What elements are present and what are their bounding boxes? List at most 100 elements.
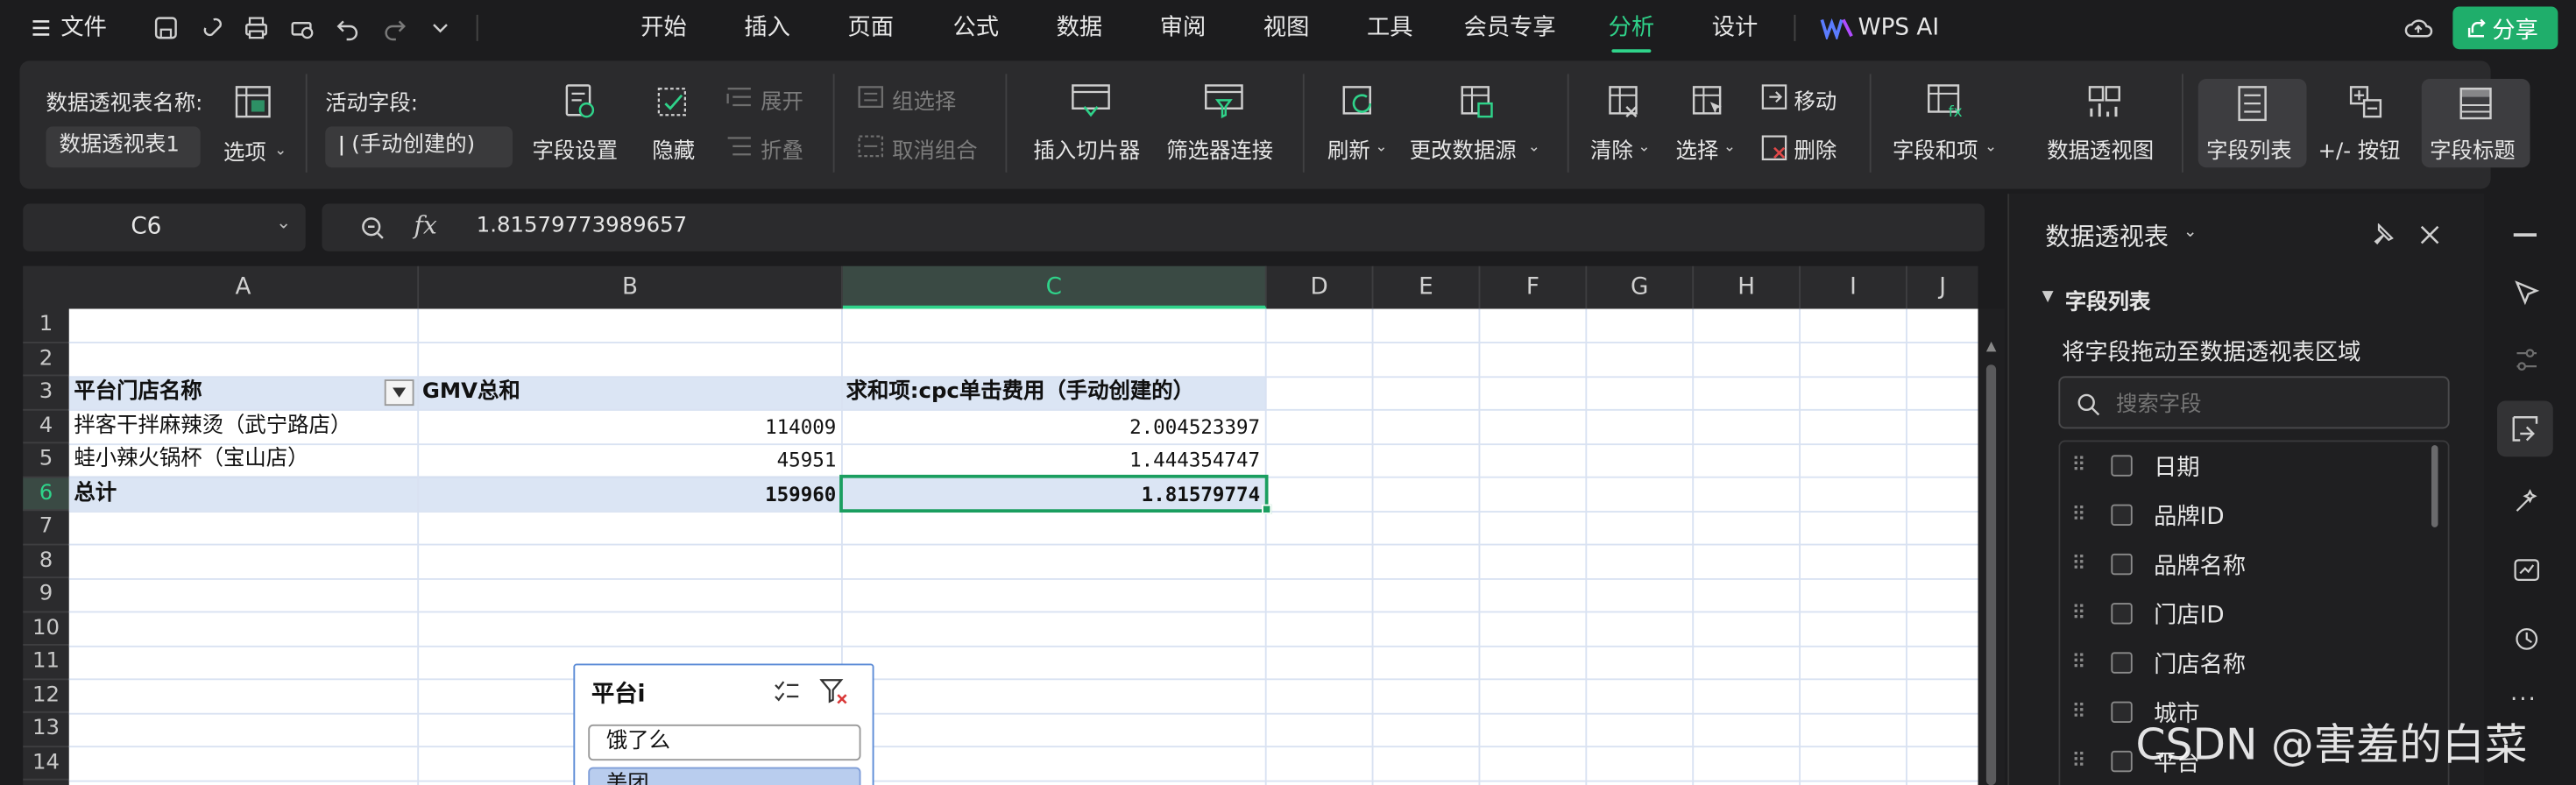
share-link-icon[interactable] [197, 13, 227, 43]
menu-page[interactable]: 页面 [848, 0, 895, 56]
cloud-upload-icon[interactable] [2402, 11, 2435, 45]
formula-input[interactable]: 1.81579773989657 [477, 214, 687, 238]
slicer-panel[interactable]: 平台i 饿了么 美团 [573, 663, 874, 785]
undo-icon[interactable] [334, 13, 364, 43]
row-header[interactable]: 9 [23, 578, 69, 612]
hide-label[interactable]: 隐藏 [652, 133, 695, 164]
chevron-down-icon[interactable] [426, 13, 456, 43]
filter-connection-icon[interactable] [1203, 81, 1246, 124]
clear-label[interactable]: 清除 [1590, 133, 1633, 164]
cell-a6-total[interactable]: 总计 [74, 477, 117, 511]
filter-dropdown-icon[interactable] [384, 379, 414, 407]
column-header-c[interactable]: C [842, 265, 1267, 309]
checkbox[interactable] [2111, 701, 2133, 723]
field-item-brand-name[interactable]: ⠿ 品牌名称 [2058, 541, 2433, 590]
vertical-scrollbar[interactable]: ▲ [1978, 308, 2005, 785]
menu-home[interactable]: 开始 [640, 0, 687, 56]
column-header-a[interactable]: A [69, 265, 420, 309]
menu-view[interactable]: 视图 [1263, 0, 1310, 56]
menu-review[interactable]: 审阅 [1160, 0, 1207, 56]
delete-label[interactable]: 删除 [1794, 133, 1837, 164]
share-button[interactable]: 分享 [2452, 6, 2558, 50]
multi-select-icon[interactable] [772, 678, 802, 704]
refresh-icon[interactable] [1337, 81, 1380, 124]
zoom-search-icon[interactable] [358, 214, 388, 244]
menu-tools[interactable]: 工具 [1367, 0, 1413, 56]
checkbox[interactable] [2111, 553, 2133, 576]
filter-connection-label[interactable]: 筛选器连接 [1166, 133, 1273, 164]
column-header-i[interactable]: I [1801, 265, 1907, 309]
row-header[interactable]: 5 [23, 443, 69, 477]
field-item-store-id[interactable]: ⠿ 门店ID [2058, 590, 2433, 639]
print-preview-icon[interactable] [287, 13, 317, 43]
slicer-item-selected[interactable]: 美团 [588, 767, 861, 785]
redo-icon[interactable] [379, 13, 409, 43]
menu-formula[interactable]: 公式 [953, 0, 1000, 56]
name-box[interactable]: C6 ⌄ [23, 203, 306, 251]
plus-minus-icon[interactable] [2345, 81, 2388, 124]
pivot-options-icon[interactable] [233, 82, 272, 122]
group-select-label[interactable]: 组选择 [892, 84, 956, 115]
row-header[interactable]: 3 [23, 376, 69, 410]
checkbox[interactable] [2111, 455, 2133, 477]
chart-edit-icon[interactable] [2510, 554, 2544, 587]
cell-a4[interactable]: 拌客干拌麻辣烫（武宁路店） [74, 410, 351, 443]
row-header[interactable]: 10 [23, 612, 69, 646]
chevron-down-icon[interactable]: ⌄ [2183, 223, 2197, 242]
row-header[interactable]: 2 [23, 343, 69, 377]
insert-slicer-icon[interactable] [1070, 81, 1113, 124]
clear-icon[interactable] [1603, 81, 1646, 124]
menu-member[interactable]: 会员专享 [1464, 0, 1556, 56]
options-label[interactable]: 选项 [223, 135, 266, 166]
column-header-g[interactable]: G [1587, 265, 1695, 309]
cell-c4[interactable]: 2.004523397 [846, 410, 1260, 443]
history-icon[interactable] [2510, 623, 2544, 656]
save-icon[interactable] [152, 13, 181, 43]
close-icon[interactable] [2415, 220, 2445, 250]
cell-b6-total[interactable]: 159960 [422, 477, 836, 511]
sliders-icon[interactable] [2510, 343, 2544, 377]
active-field-input[interactable]: ǀ (手动创建的) [325, 126, 513, 168]
plus-minus-label[interactable]: +/- 按钮 [2318, 133, 2401, 164]
row-header[interactable]: 4 [23, 410, 69, 444]
pivot-panel-tab-icon[interactable] [2497, 400, 2553, 457]
fx-icon[interactable]: fx [414, 210, 437, 240]
magic-tools-icon[interactable] [2510, 484, 2544, 518]
field-search-input[interactable] [2116, 387, 2429, 421]
pivot-col-header-c[interactable]: 求和项:cpc单击费用（手动创建的） [846, 376, 1194, 409]
slicer-item[interactable]: 饿了么 [588, 724, 861, 761]
cell-b4[interactable]: 114009 [422, 410, 836, 443]
select-icon[interactable] [1688, 81, 1730, 124]
fill-handle[interactable] [1262, 504, 1272, 514]
scroll-up-icon[interactable]: ▲ [1986, 338, 1997, 353]
field-header-toggle[interactable]: 字段标题 [2421, 79, 2530, 168]
move-label[interactable]: 移动 [1794, 84, 1837, 115]
checkbox[interactable] [2111, 504, 2133, 526]
wps-ai-button[interactable]: WPS AI [1858, 0, 1939, 56]
file-menu[interactable]: 文件 [60, 0, 107, 56]
column-header-h[interactable]: H [1694, 265, 1801, 309]
pivot-chart-label[interactable]: 数据透视图 [2047, 133, 2154, 164]
row-header[interactable]: 13 [23, 713, 69, 747]
row-header[interactable]: 14 [23, 746, 69, 781]
print-icon[interactable] [242, 13, 272, 43]
change-source-label[interactable]: 更改数据源 [1410, 133, 1517, 164]
field-item-date[interactable]: ⠿ 日期 [2058, 442, 2433, 491]
field-search-box[interactable] [2058, 376, 2450, 429]
hide-icon[interactable] [654, 81, 693, 124]
fields-items-label[interactable]: 字段和项 [1893, 133, 1978, 164]
collapse-triangle-icon[interactable]: ▼ [2042, 289, 2054, 306]
pivot-row-header[interactable]: 平台门店名称 [74, 376, 202, 409]
chevron-down-icon[interactable]: ⌄ [276, 212, 291, 233]
select-label[interactable]: 选择 [1676, 133, 1719, 164]
column-header-j[interactable]: J [1907, 266, 1978, 309]
column-header-e[interactable]: E [1374, 265, 1481, 309]
menu-insert[interactable]: 插入 [744, 0, 790, 56]
row-header[interactable]: 1 [23, 309, 69, 343]
refresh-label[interactable]: 刷新 [1327, 133, 1370, 164]
expand-label[interactable]: 展开 [761, 84, 803, 115]
field-settings-icon[interactable] [560, 81, 599, 124]
cell-b5[interactable]: 45951 [422, 443, 837, 477]
clear-filter-icon[interactable] [818, 677, 852, 707]
field-item-store-name[interactable]: ⠿ 门店名称 [2058, 639, 2433, 688]
